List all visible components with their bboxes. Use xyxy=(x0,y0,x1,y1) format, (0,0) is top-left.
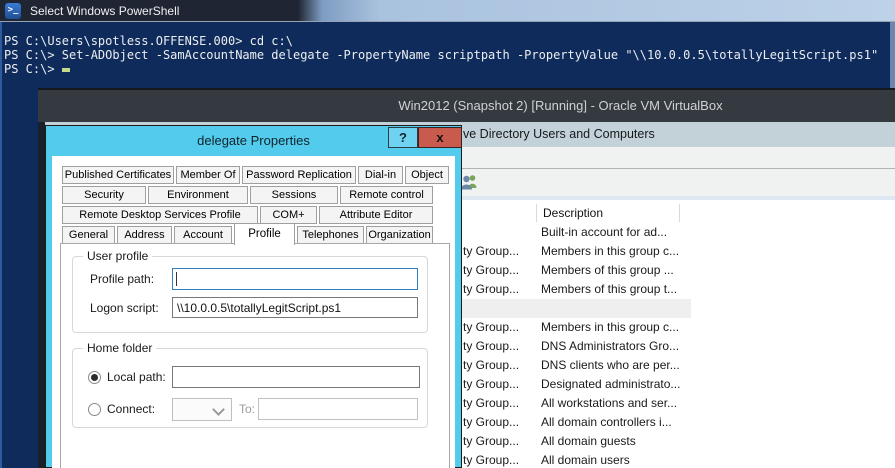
tab-telephones[interactable]: Telephones xyxy=(297,226,364,244)
logon-script-input[interactable] xyxy=(172,297,418,318)
home-folder-legend: Home folder xyxy=(83,341,156,355)
tab-password-replication[interactable]: Password Replication xyxy=(242,166,356,184)
cell-description: All domain controllers i... xyxy=(541,413,691,432)
cell-description: Members in this group c... xyxy=(541,318,691,337)
cell-type: ty Group... xyxy=(463,280,539,299)
tab-remote-desktop-services-profile[interactable]: Remote Desktop Services Profile xyxy=(62,206,258,224)
tab-organization[interactable]: Organization xyxy=(366,226,433,244)
table-row[interactable]: ty Group...All domain controllers i... xyxy=(455,413,895,432)
console-line-1: PS C:\Users\spotless.OFFENSE.000> cd c:\ xyxy=(4,34,293,48)
tab-account[interactable]: Account xyxy=(174,226,232,244)
table-row[interactable]: ty Group...Members of this group t... xyxy=(455,280,895,299)
cell-type: ty Group... xyxy=(463,356,539,375)
powershell-window-title: Select Windows PowerShell xyxy=(30,0,179,22)
cell-description: Members in this group c... xyxy=(541,242,691,261)
table-row[interactable]: ty Group...All domain users xyxy=(455,451,895,468)
local-path-radio[interactable] xyxy=(88,371,101,384)
cell-type: ty Group... xyxy=(463,413,539,432)
table-row[interactable]: Built-in account for ad... xyxy=(455,223,895,242)
console-prompt: PS C:\> xyxy=(4,62,62,76)
table-row[interactable]: ty Group...Members of this group ... xyxy=(455,261,895,280)
tab-profile[interactable]: Profile xyxy=(234,223,295,245)
virtualbox-window-title: Win2012 (Snapshot 2) [Running] - Oracle … xyxy=(398,98,722,113)
logon-script-label: Logon script: xyxy=(90,297,159,319)
table-row[interactable]: ty Group...Members in this group c... xyxy=(455,242,895,261)
powershell-window-border xyxy=(0,0,2,468)
powershell-window-border-right xyxy=(890,22,895,88)
tab-object[interactable]: Object xyxy=(405,166,449,184)
tab-row-3: Remote Desktop Services Profile COM+ Att… xyxy=(62,206,433,224)
help-button[interactable]: ? xyxy=(388,127,418,148)
cell-type: ty Group... xyxy=(463,242,539,261)
table-row[interactable]: ty Group...All domain guests xyxy=(455,432,895,451)
tab-dial-in[interactable]: Dial-in xyxy=(358,166,403,184)
console-cursor xyxy=(62,68,70,72)
powershell-icon: >_ xyxy=(5,3,21,19)
tab-attribute-editor[interactable]: Attribute Editor xyxy=(319,206,433,224)
to-label: To: xyxy=(239,398,255,420)
cell-type xyxy=(469,299,545,318)
users-icon[interactable] xyxy=(459,171,479,193)
tab-environment[interactable]: Environment xyxy=(148,186,248,204)
cell-type: ty Group... xyxy=(463,375,539,394)
console-line-2: PS C:\> Set-ADObject -SamAccountName del… xyxy=(4,48,878,62)
tab-security[interactable]: Security xyxy=(62,186,146,204)
tab-published-certificates[interactable]: Published Certificates xyxy=(62,166,174,184)
tab-remote-control[interactable]: Remote control xyxy=(340,186,433,204)
user-profile-legend: User profile xyxy=(83,249,152,263)
cell-type: ty Group... xyxy=(463,261,539,280)
cell-type: ty Group... xyxy=(463,394,539,413)
tab-com-plus[interactable]: COM+ xyxy=(260,206,317,224)
table-row[interactable]: ty Group...All workstations and ser... xyxy=(455,394,895,413)
chevron-down-icon xyxy=(212,403,225,416)
tab-sessions[interactable]: Sessions xyxy=(250,186,338,204)
tab-row-1: Published Certificates Member Of Passwor… xyxy=(62,166,449,184)
cell-description: All domain guests xyxy=(541,432,691,451)
cell-description: Designated administrato... xyxy=(541,375,691,394)
profile-path-input[interactable] xyxy=(172,268,418,290)
local-path-input[interactable] xyxy=(172,366,420,388)
cell-type xyxy=(463,223,539,242)
connect-to-input[interactable] xyxy=(258,398,418,420)
table-row[interactable]: ty Group...Members in this group c... xyxy=(455,318,895,337)
table-row[interactable]: ty Group...DNS Administrators Gro... xyxy=(455,337,895,356)
cell-description: Members of this group ... xyxy=(541,261,691,280)
connect-radio[interactable] xyxy=(88,403,101,416)
cell-description: All workstations and ser... xyxy=(541,394,691,413)
tab-address[interactable]: Address xyxy=(117,226,172,244)
tab-general[interactable]: General xyxy=(62,226,115,244)
ad-window-title: ve Directory Users and Computers xyxy=(463,122,655,147)
table-row-selected[interactable] xyxy=(461,299,691,318)
profile-path-label: Profile path: xyxy=(90,268,154,290)
cell-description: DNS Administrators Gro... xyxy=(541,337,691,356)
cell-description: Built-in account for ad... xyxy=(541,223,691,242)
connect-label: Connect: xyxy=(107,398,155,420)
cell-description: DNS clients who are per... xyxy=(541,356,691,375)
cell-type: ty Group... xyxy=(463,451,539,468)
cell-description: All domain users xyxy=(541,451,691,468)
console-prompt-line[interactable]: PS C:\> xyxy=(4,62,70,76)
cell-type: ty Group... xyxy=(463,318,539,337)
column-header-description[interactable]: Description xyxy=(536,204,680,222)
cell-description xyxy=(547,299,697,318)
tab-row-2: Security Environment Sessions Remote con… xyxy=(62,186,433,204)
cell-description: Members of this group t... xyxy=(541,280,691,299)
local-path-label: Local path: xyxy=(107,366,166,388)
tab-member-of[interactable]: Member Of xyxy=(176,166,240,184)
cell-type: ty Group... xyxy=(463,432,539,451)
table-row[interactable]: ty Group...DNS clients who are per... xyxy=(455,356,895,375)
cell-type: ty Group... xyxy=(463,337,539,356)
text-caret xyxy=(176,272,177,286)
close-button[interactable]: x xyxy=(418,127,462,148)
drive-letter-dropdown[interactable] xyxy=(172,398,232,421)
table-row[interactable]: ty Group...Designated administrato... xyxy=(455,375,895,394)
virtualbox-titlebar[interactable]: Win2012 (Snapshot 2) [Running] - Oracle … xyxy=(38,88,895,122)
screen: >_ Select Windows PowerShell PS C:\Users… xyxy=(0,0,895,468)
